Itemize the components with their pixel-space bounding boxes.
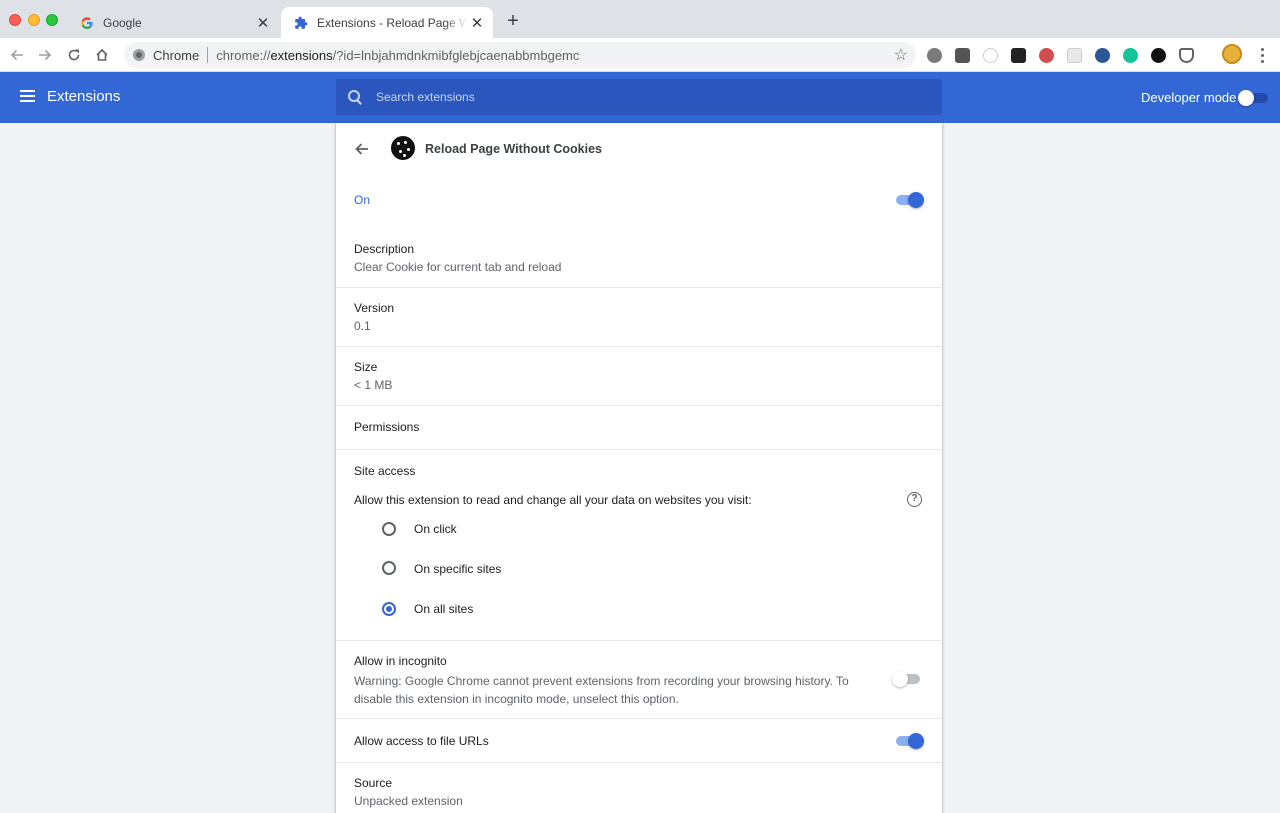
- radio-on-specific-sites[interactable]: [382, 561, 396, 575]
- description-value: Clear Cookie for current tab and reload: [354, 260, 562, 274]
- minimize-window-button[interactable]: [28, 14, 40, 26]
- tab-strip: Google ✕ Extensions - Reload Page Withou…: [0, 0, 1280, 38]
- extension-action-3-icon[interactable]: [976, 46, 1004, 64]
- extension-detail-card: Reload Page Without Cookies On Descripti…: [336, 123, 942, 813]
- extension-action-7-icon[interactable]: [1088, 46, 1116, 64]
- divider: [336, 640, 942, 641]
- site-access-label: Site access: [354, 464, 416, 478]
- grammarly-icon[interactable]: [1116, 46, 1144, 64]
- permissions-label: Permissions: [354, 420, 420, 434]
- more-menu-icon[interactable]: [1254, 45, 1270, 65]
- puzzle-piece-icon: [293, 15, 309, 31]
- page-title: Extensions: [47, 88, 121, 105]
- divider: [336, 287, 942, 288]
- extension-action-6-icon[interactable]: [1060, 46, 1088, 64]
- reload-icon[interactable]: [64, 45, 84, 65]
- version-value: 0.1: [354, 319, 371, 333]
- radio-label[interactable]: On click: [414, 522, 457, 536]
- divider: [336, 449, 942, 450]
- source-label: Source: [354, 776, 393, 790]
- radio-on-click[interactable]: [382, 522, 396, 536]
- developer-mode-toggle[interactable]: [1238, 90, 1268, 106]
- allow-incognito-toggle[interactable]: [892, 670, 922, 688]
- site-access-prompt: Allow this extension to read and change …: [354, 493, 752, 507]
- incognito-label: Allow in incognito: [354, 654, 447, 668]
- forward-arrow-icon[interactable]: [35, 45, 55, 65]
- extension-name: Reload Page Without Cookies: [425, 142, 602, 156]
- source-value: Unpacked extension: [354, 794, 463, 808]
- size-value: < 1 MB: [354, 378, 393, 392]
- close-window-button[interactable]: [9, 14, 21, 26]
- extension-action-4-icon[interactable]: [1004, 46, 1032, 64]
- divider: [336, 762, 942, 763]
- radio-label[interactable]: On specific sites: [414, 562, 501, 576]
- profile-avatar[interactable]: [1222, 44, 1242, 64]
- search-input[interactable]: [376, 90, 876, 104]
- cookie-extension-icon[interactable]: [1144, 46, 1172, 64]
- tab-title: Google: [103, 15, 142, 30]
- help-icon[interactable]: ?: [907, 492, 922, 507]
- close-tab-icon[interactable]: ✕: [253, 13, 273, 33]
- search-icon: [348, 90, 362, 104]
- google-g-icon: [79, 15, 95, 31]
- size-label: Size: [354, 360, 378, 374]
- omnibox-divider: [207, 47, 209, 63]
- extension-action-5-icon[interactable]: [1032, 46, 1060, 64]
- developer-mode-label: Developer mode: [1141, 90, 1237, 105]
- url-host: extensions: [270, 47, 333, 63]
- home-icon[interactable]: [92, 45, 112, 65]
- detail-header: Reload Page Without Cookies: [336, 123, 942, 175]
- tab-google[interactable]: Google ✕: [67, 7, 279, 38]
- file-urls-label: Allow access to file URLs: [354, 734, 489, 748]
- version-label: Version: [354, 301, 395, 315]
- address-bar[interactable]: Chrome chrome://extensions/?id=lnbjahmdn…: [124, 42, 916, 68]
- url-path: /?id=lnbjahmdnkmibfglebjcaenabbmbgemc: [332, 47, 580, 63]
- pocket-icon[interactable]: [1172, 46, 1200, 64]
- enable-extension-toggle[interactable]: [894, 191, 924, 209]
- hamburger-menu-icon[interactable]: [20, 90, 35, 102]
- bookmark-star-icon[interactable]: ☆: [894, 45, 908, 65]
- tab-title: Extensions - Reload Page Without Cookies: [317, 15, 467, 30]
- radio-on-all-sites[interactable]: [382, 602, 396, 616]
- search-box[interactable]: [336, 79, 942, 115]
- incognito-warning: Warning: Google Chrome cannot prevent ex…: [354, 674, 849, 706]
- maximize-window-button[interactable]: [46, 14, 58, 26]
- cookie-extension-logo-icon: [391, 136, 415, 160]
- browser-toolbar: Chrome chrome://extensions/?id=lnbjahmdn…: [0, 38, 1280, 72]
- extensions-header: Extensions Developer mode: [0, 72, 1280, 123]
- extension-action-1-icon[interactable]: [920, 46, 948, 64]
- radio-label[interactable]: On all sites: [414, 602, 473, 616]
- scheme-label: Chrome: [153, 47, 200, 63]
- new-tab-button[interactable]: +: [503, 11, 523, 31]
- url-prefix: chrome://: [216, 47, 271, 63]
- divider: [336, 405, 942, 406]
- enabled-label: On: [354, 193, 371, 207]
- back-arrow-icon[interactable]: [7, 45, 27, 65]
- extension-action-2-icon[interactable]: [948, 46, 976, 64]
- allow-file-urls-toggle[interactable]: [894, 732, 924, 750]
- tab-extensions[interactable]: Extensions - Reload Page Without Cookies…: [281, 7, 493, 38]
- chrome-logo-icon: [133, 49, 145, 61]
- divider: [336, 346, 942, 347]
- close-tab-icon[interactable]: ✕: [467, 13, 487, 33]
- back-arrow-icon[interactable]: [354, 141, 370, 157]
- divider: [336, 718, 942, 719]
- extension-icons: [920, 46, 1200, 64]
- description-label: Description: [354, 242, 415, 256]
